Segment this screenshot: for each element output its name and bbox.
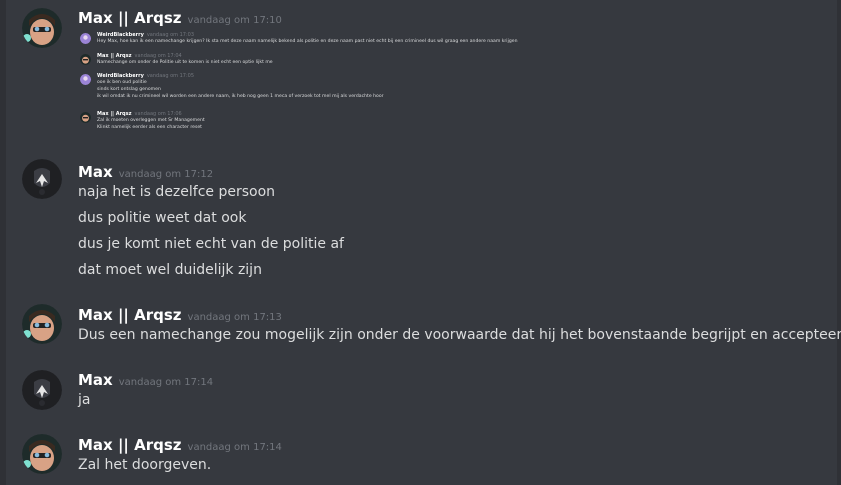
message-text: Dus een namechange zou mogelijk zijn ond… <box>78 327 841 343</box>
embedded-timestamp: vandaag om 17:04 <box>134 53 182 59</box>
avatar-weirdblackberry <box>80 74 91 85</box>
avatar-arqsz[interactable] <box>22 434 62 474</box>
author-name[interactable]: Max || Arqsz <box>78 9 182 27</box>
avatar-weirdblackberry <box>80 33 91 44</box>
author-name[interactable]: Max <box>78 163 113 181</box>
timestamp: vandaag om 17:10 <box>187 15 282 26</box>
avatar-arqsz <box>80 112 91 123</box>
message-group: Max || Arqsz vandaag om 17:13 Dus een nam… <box>0 300 841 355</box>
embedded-text: ooe ik ben oud politie <box>97 80 147 85</box>
message-text: dat moet wel duidelijk zijn <box>78 262 262 278</box>
embedded-timestamp: vandaag om 17:05 <box>146 73 195 79</box>
message-group: Max vandaag om 17:12 naja het is dezelfce… <box>0 155 841 285</box>
message-text: naja het is dezelfce persoon <box>78 184 276 200</box>
message-text: dus je komt niet echt van de politie af <box>78 236 344 252</box>
timestamp: vandaag om 17:14 <box>187 442 282 453</box>
embedded-author: WeirdBlackberry <box>97 32 144 38</box>
embedded-text: Klinkt namelijk eerder als een character… <box>97 125 202 130</box>
embedded-author: WeirdBlackberry <box>97 73 144 79</box>
author-name[interactable]: Max || Arqsz <box>78 436 182 454</box>
embedded-timestamp: vandaag om 17:06 <box>134 111 182 117</box>
message-group: Max || Arqsz vandaag om 17:10 WeirdBlackb… <box>0 0 841 145</box>
author-name[interactable]: Max <box>78 371 113 389</box>
embedded-text: sinds kort ontslag genomen <box>97 87 161 92</box>
author-name[interactable]: Max || Arqsz <box>78 306 182 324</box>
embedded-text: ik wil omdat ik nu crimineel wil worden … <box>97 94 384 99</box>
timestamp: vandaag om 17:13 <box>187 312 282 323</box>
avatar-max[interactable] <box>22 159 62 199</box>
message-group: Max vandaag om 17:14 ja <box>0 366 841 421</box>
embedded-text: Hey Max, hoe kan ik een namechange krijg… <box>97 39 518 44</box>
timestamp: vandaag om 17:14 <box>118 377 214 388</box>
embedded-author: Max || Arqsz <box>97 53 132 59</box>
message-text: dus politie weet dat ook <box>78 210 247 226</box>
embedded-screenshot[interactable]: WeirdBlackberry vandaag om 17:03 Hey Max,… <box>78 32 518 137</box>
embedded-timestamp: vandaag om 17:03 <box>146 32 195 38</box>
message-group: Max || Arqsz vandaag om 17:14 Zal het doo… <box>0 430 841 485</box>
message-text: ja <box>78 392 91 408</box>
embedded-text: Zal ik moeten overleggen met Sr Manageme… <box>97 118 205 123</box>
avatar-arqsz <box>80 54 91 65</box>
message-text: Zal het doorgeven. <box>78 457 212 473</box>
avatar-arqsz[interactable] <box>22 304 62 344</box>
embedded-author: Max || Arqsz <box>97 111 132 117</box>
timestamp: vandaag om 17:12 <box>118 169 214 180</box>
avatar-arqsz[interactable] <box>22 8 62 48</box>
embedded-text: Namechange om onder de Politie uit te ko… <box>97 60 273 65</box>
avatar-max[interactable] <box>22 370 62 410</box>
